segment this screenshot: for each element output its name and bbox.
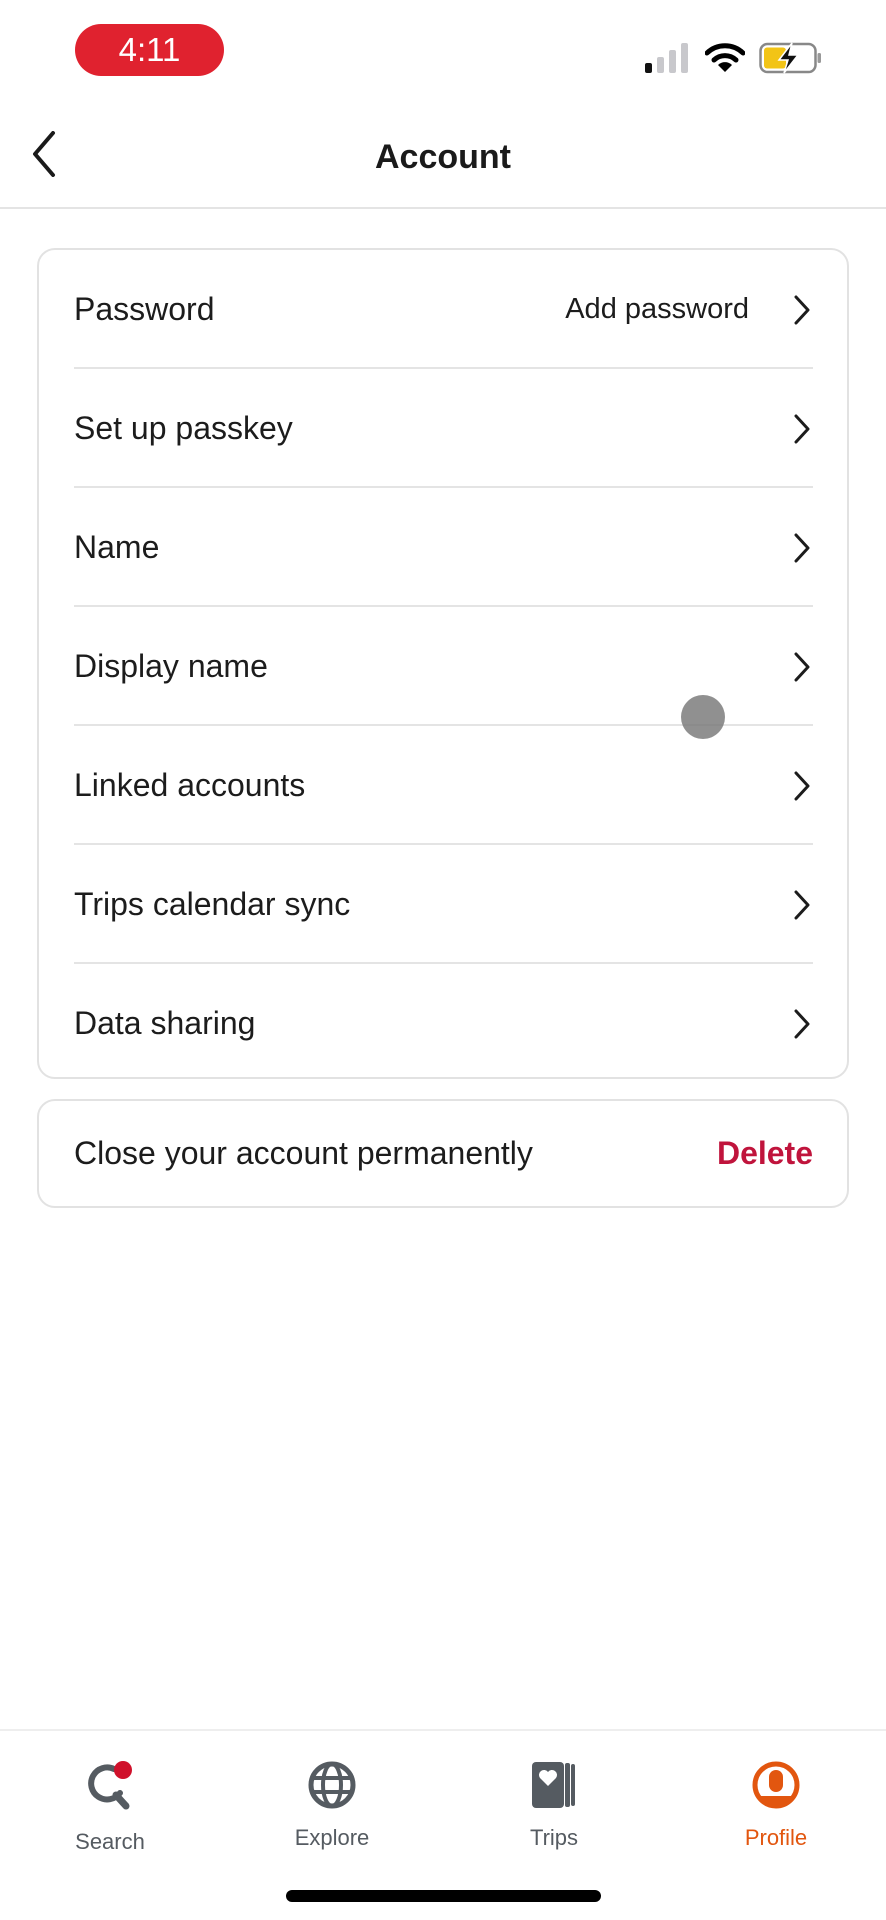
tab-bar: Search Explore Trips Profile [0, 1729, 886, 1920]
settings-row-trips-calendar-sync[interactable]: Trips calendar sync [39, 845, 847, 964]
chevron-right-icon [793, 890, 811, 920]
home-indicator[interactable] [286, 1890, 601, 1902]
tab-profile[interactable]: Profile [696, 1741, 856, 1851]
chevron-right-icon [793, 771, 811, 801]
battery-charging-icon [759, 42, 823, 79]
close-account-card: Close your account permanently Delete [37, 1099, 849, 1208]
settings-row-passkey[interactable]: Set up passkey [39, 369, 847, 488]
nav-header: Account [0, 100, 886, 209]
row-label: Set up passkey [74, 410, 293, 446]
tab-search[interactable]: Search [30, 1741, 190, 1854]
row-label: Password [74, 291, 215, 327]
account-settings-card: Password Add password Set up passkey Nam… [37, 248, 849, 1079]
settings-row-display-name[interactable]: Display name [39, 607, 847, 726]
wifi-icon [704, 42, 746, 78]
tab-label: Trips [529, 1825, 579, 1850]
chevron-right-icon [793, 414, 811, 444]
chevron-right-icon [793, 1009, 811, 1039]
settings-row-password[interactable]: Password Add password [39, 250, 847, 369]
row-label: Linked accounts [74, 767, 306, 803]
page-title: Account [375, 138, 511, 176]
close-account-label: Close your account permanently [74, 1135, 533, 1171]
delete-account-button[interactable]: Delete [717, 1135, 813, 1172]
tab-label: Profile [744, 1825, 808, 1850]
trips-heart-cards-icon [526, 1759, 582, 1811]
row-value: Add password [565, 293, 749, 325]
tab-label: Search [75, 1829, 145, 1854]
tab-explore[interactable]: Explore [252, 1741, 412, 1851]
globe-icon [304, 1759, 360, 1811]
touch-indicator [681, 695, 725, 739]
chevron-right-icon [793, 652, 811, 682]
chevron-right-icon [793, 533, 811, 563]
tab-label: Explore [294, 1825, 370, 1850]
row-label: Data sharing [74, 1005, 256, 1041]
status-icons [645, 42, 823, 78]
profile-icon [748, 1759, 804, 1811]
row-label: Trips calendar sync [74, 886, 351, 922]
settings-row-linked-accounts[interactable]: Linked accounts [39, 726, 847, 845]
settings-row-data-sharing[interactable]: Data sharing [39, 964, 847, 1083]
status-time: 4:11 [75, 24, 224, 76]
chevron-right-icon [793, 295, 811, 325]
status-bar: 4:11 [0, 0, 886, 100]
search-icon [82, 1759, 138, 1815]
cellular-signal-icon [645, 42, 691, 78]
tab-trips[interactable]: Trips [474, 1741, 634, 1851]
row-label: Display name [74, 648, 268, 684]
row-label: Name [74, 529, 160, 565]
settings-row-name[interactable]: Name [39, 488, 847, 607]
